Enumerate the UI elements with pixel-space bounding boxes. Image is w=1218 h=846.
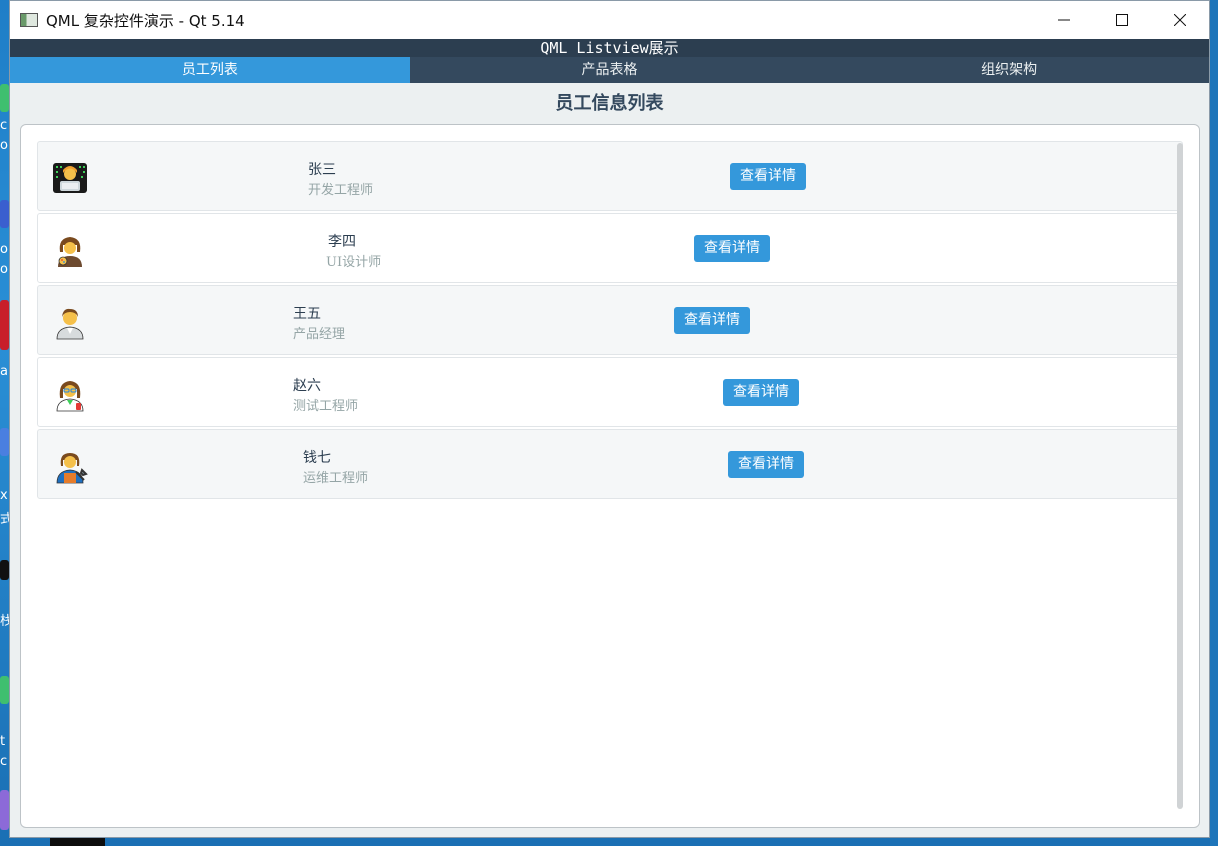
- employee-name: 钱七: [303, 450, 331, 466]
- desktop-left-edge: c o o o a x 式 栈 t c: [0, 0, 9, 846]
- artist-emoji-icon: [58, 237, 82, 267]
- list-item[interactable]: 赵六 测试工程师 查看详情: [37, 357, 1183, 427]
- developer-emoji-icon: [53, 163, 87, 193]
- employee-name: 王五: [293, 306, 321, 322]
- desktop-text-fragment: c: [0, 754, 8, 769]
- scientist-emoji-icon: [56, 381, 84, 412]
- close-icon: [1174, 14, 1186, 26]
- maximize-icon: [1116, 14, 1128, 26]
- app-header: QML Listview展示: [10, 39, 1209, 57]
- employee-name: 李四: [328, 234, 356, 250]
- employee-list[interactable]: 张三 开发工程师 查看详情 李四 UI设计师 查看详情 王五 产品经理 查看详情…: [37, 141, 1183, 501]
- view-details-button[interactable]: 查看详情: [723, 379, 799, 406]
- desktop-icon-fragment: [0, 428, 9, 456]
- desktop-icon-fragment: [0, 200, 9, 228]
- desktop-text-fragment: 式: [0, 512, 9, 527]
- desktop-text-fragment: o: [0, 262, 8, 277]
- tab-org-structure[interactable]: 组织架构: [809, 57, 1209, 83]
- tab-product-table[interactable]: 产品表格: [410, 57, 810, 83]
- view-details-button[interactable]: 查看详情: [728, 451, 804, 478]
- desktop-text-fragment: x: [0, 488, 8, 503]
- view-details-button[interactable]: 查看详情: [694, 235, 770, 262]
- desktop-icon-fragment: [0, 790, 9, 830]
- desktop-right-edge: [1210, 0, 1218, 846]
- employee-role: 测试工程师: [293, 399, 359, 414]
- tab-employee-list[interactable]: 员工列表: [10, 57, 410, 83]
- app-window-icon: [20, 13, 38, 27]
- employee-role: 开发工程师: [308, 183, 374, 198]
- desktop-text-fragment: a: [0, 364, 8, 379]
- list-item[interactable]: 李四 UI设计师 查看详情: [37, 213, 1183, 283]
- desktop-text-fragment: c: [0, 118, 8, 133]
- desktop-text-fragment: 栈: [0, 614, 9, 629]
- desktop-icon-fragment: [0, 300, 9, 350]
- window-title: QML 复杂控件演示 - Qt 5.14: [46, 11, 245, 30]
- employee-role: 产品经理: [293, 327, 346, 342]
- close-button[interactable]: [1151, 1, 1209, 39]
- view-details-button[interactable]: 查看详情: [674, 307, 750, 334]
- list-item[interactable]: 王五 产品经理 查看详情: [37, 285, 1183, 355]
- maximize-button[interactable]: [1093, 1, 1151, 39]
- list-scrollbar[interactable]: [1177, 143, 1183, 809]
- view-details-button[interactable]: 查看详情: [730, 163, 806, 190]
- tab-bar: 员工列表 产品表格 组织架构: [10, 57, 1209, 83]
- employee-role: 运维工程师: [303, 471, 369, 486]
- desktop-text-fragment: o: [0, 138, 8, 153]
- title-bar[interactable]: QML 复杂控件演示 - Qt 5.14: [10, 1, 1209, 39]
- office-worker-emoji-icon: [56, 308, 84, 340]
- employee-name: 赵六: [293, 378, 321, 394]
- page-title: 员工信息列表: [555, 93, 664, 114]
- desktop-icon-fragment: [0, 84, 9, 112]
- employee-name: 张三: [308, 162, 336, 178]
- mechanic-emoji-icon: [56, 453, 88, 484]
- list-item[interactable]: 钱七 运维工程师 查看详情: [37, 429, 1183, 499]
- window-controls: [1035, 1, 1209, 39]
- minimize-button[interactable]: [1035, 1, 1093, 39]
- employee-list-panel: 张三 开发工程师 查看详情 李四 UI设计师 查看详情 王五 产品经理 查看详情…: [20, 124, 1200, 828]
- employee-role: UI设计师: [326, 255, 382, 270]
- app-window: QML 复杂控件演示 - Qt 5.14 QML Listview展示 员工列表…: [9, 0, 1210, 838]
- desktop-icon-fragment: [0, 560, 9, 580]
- list-item[interactable]: 张三 开发工程师 查看详情: [37, 141, 1183, 211]
- desktop-text-fragment: t: [0, 734, 6, 749]
- desktop-text-fragment: o: [0, 242, 8, 257]
- desktop-icon-fragment: [0, 676, 9, 704]
- minimize-icon: [1058, 19, 1070, 21]
